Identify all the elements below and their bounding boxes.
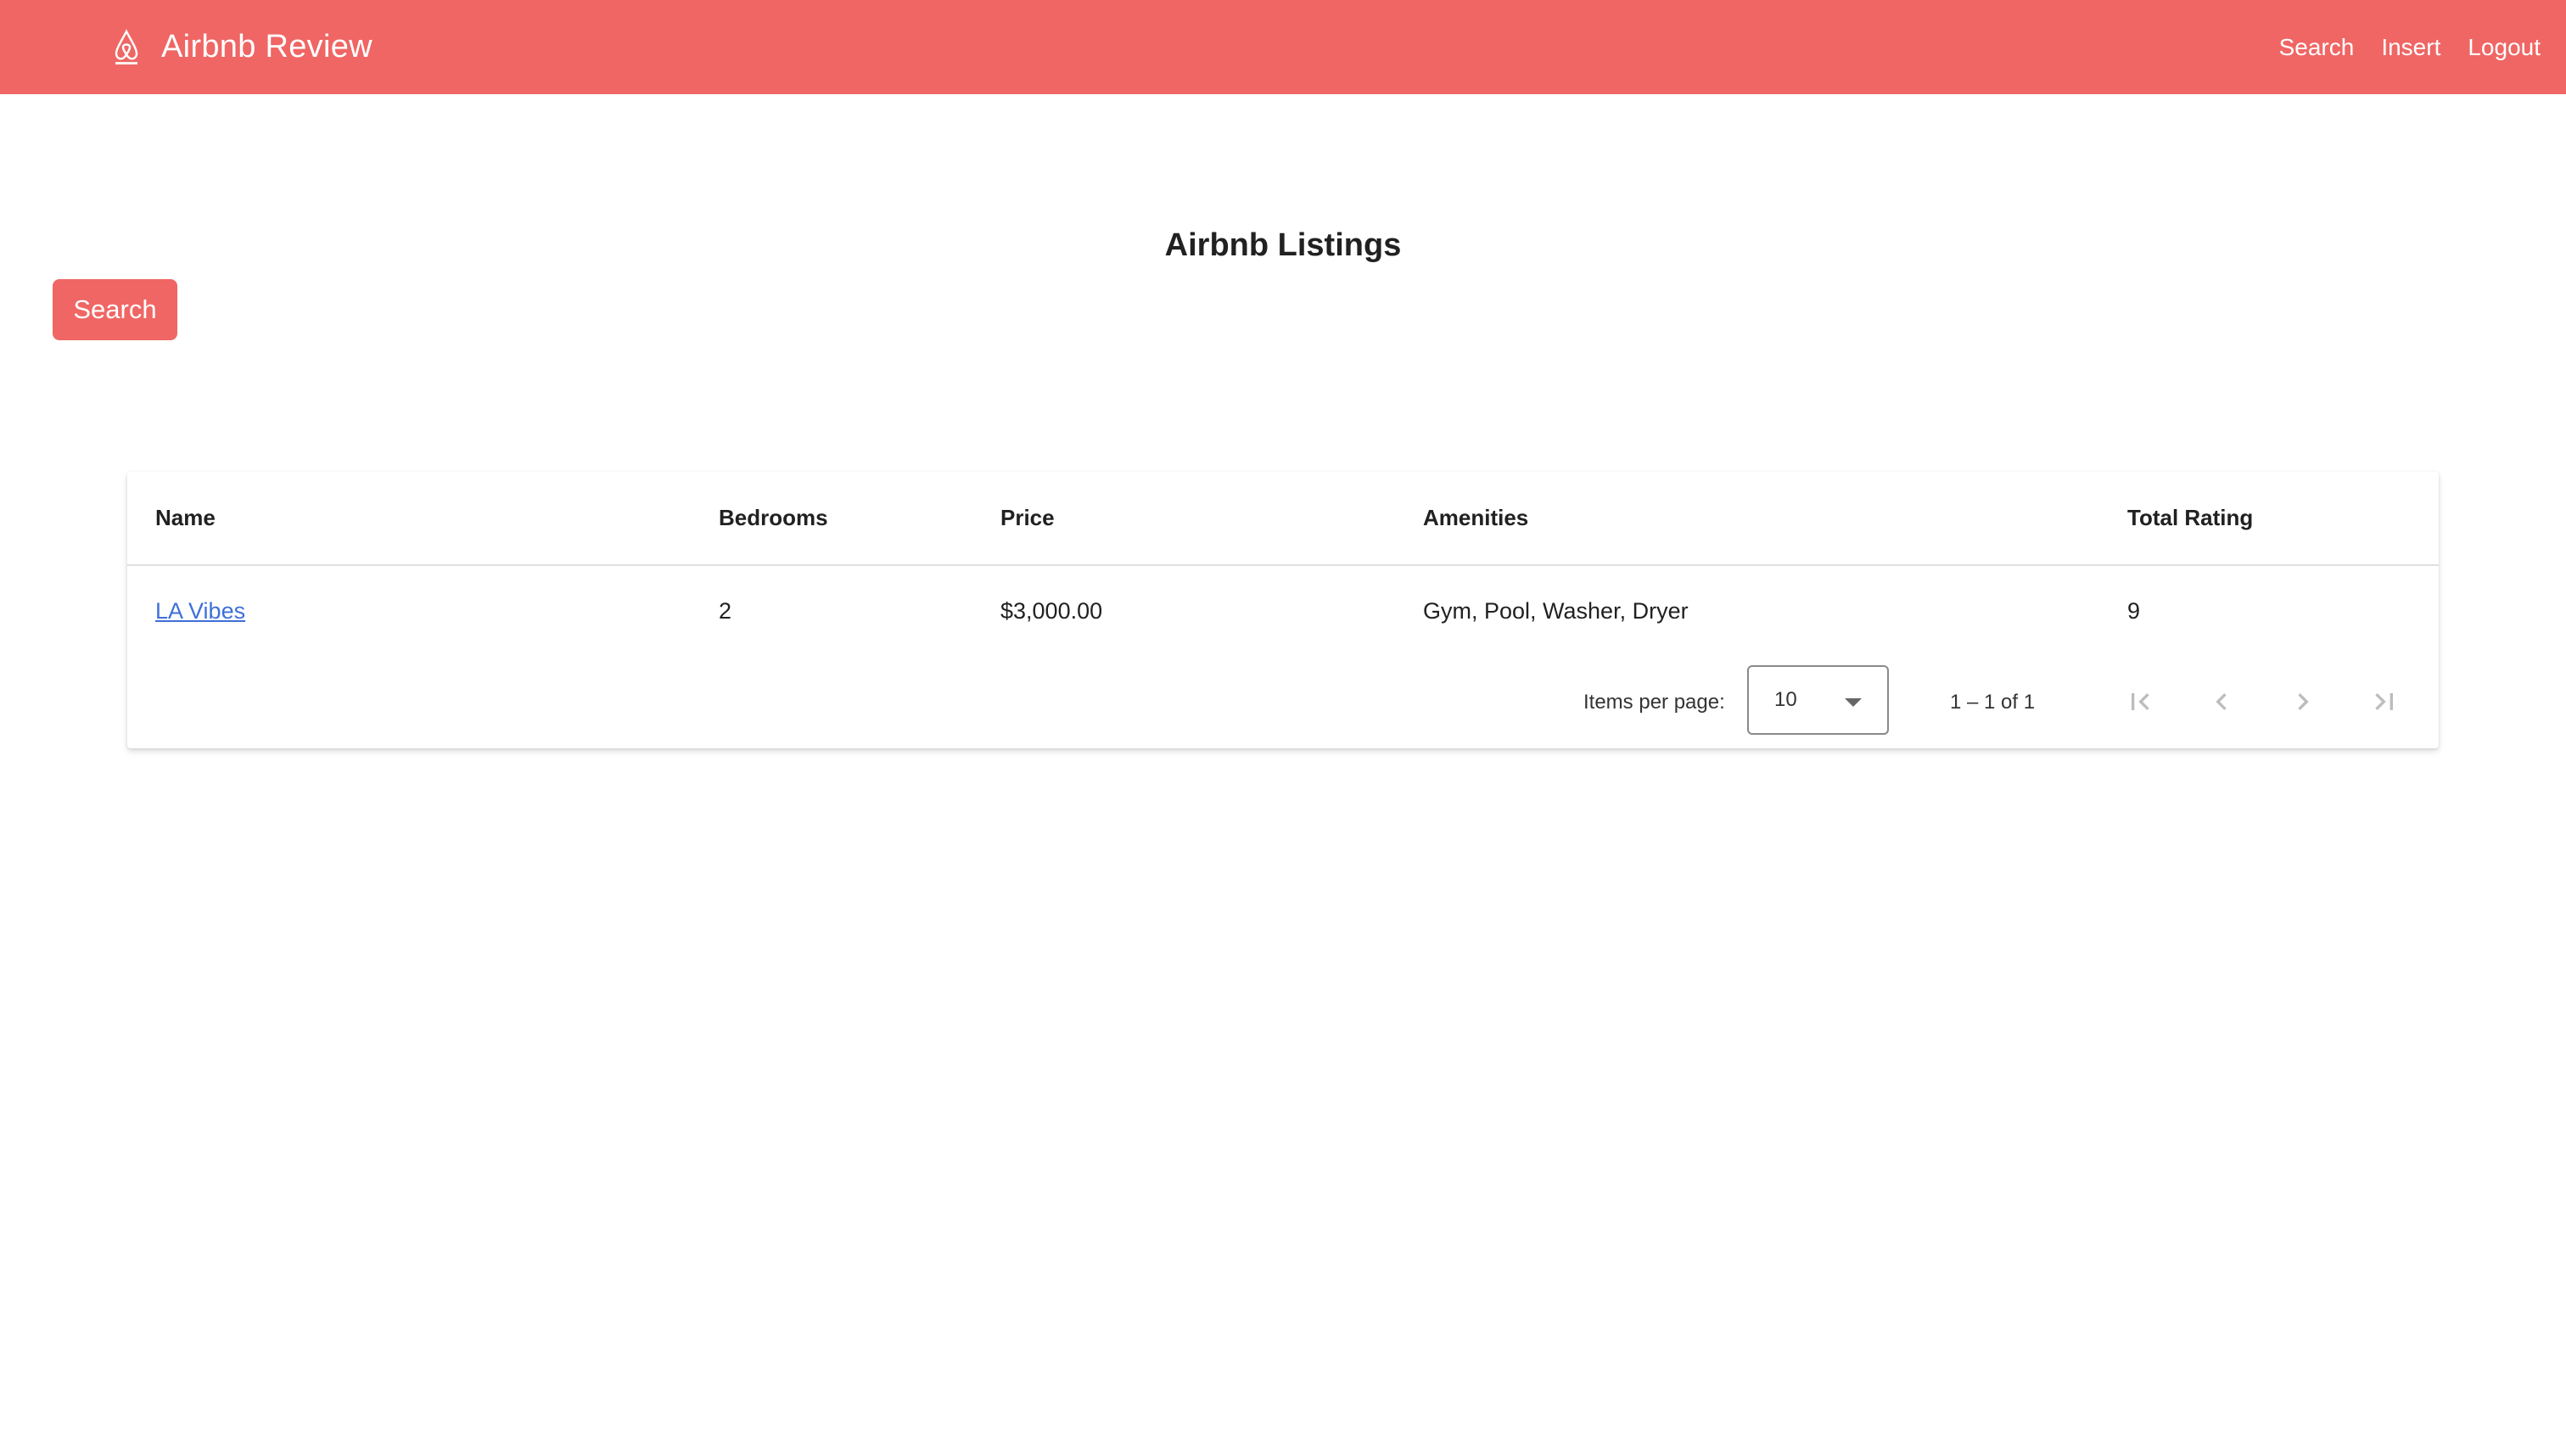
previous-page-icon [2216, 693, 2227, 710]
first-page-icon [2132, 693, 2149, 710]
next-page-button[interactable] [2273, 672, 2333, 731]
cell-price: $3,000.00 [1000, 598, 1103, 624]
column-header-total-rating: Total Rating [2127, 505, 2254, 530]
listing-name-link[interactable]: LA Vibes [155, 598, 245, 624]
nav-search-link[interactable]: Search [2279, 34, 2355, 61]
listings-table-card: Name Bedrooms Price Amenities Total Rati… [127, 472, 2439, 748]
first-page-button[interactable] [2110, 672, 2170, 731]
table-row: LA Vibes 2 $3,000.00 Gym, Pool, Washer, … [127, 566, 2439, 657]
brand[interactable]: Airbnb Review [109, 0, 373, 94]
column-header-name: Name [155, 505, 216, 530]
last-page-icon [2375, 693, 2393, 710]
airbnb-logo-icon [109, 27, 144, 68]
cell-amenities: Gym, Pool, Washer, Dryer [1423, 598, 1689, 624]
items-per-page-label: Items per page: [1583, 691, 1725, 714]
cell-bedrooms: 2 [719, 598, 732, 624]
column-header-amenities: Amenities [1423, 505, 1529, 530]
next-page-icon [2298, 693, 2309, 710]
search-button[interactable]: Search [53, 279, 177, 340]
nav-logout-link[interactable]: Logout [2468, 34, 2541, 61]
page-title: Airbnb Listings [1164, 227, 1402, 263]
last-page-button[interactable] [2355, 672, 2414, 731]
cell-name: LA Vibes [155, 566, 245, 657]
top-nav: Search Insert Logout [2279, 0, 2541, 94]
paginator: Items per page: 10 1 – 1 of 1 [127, 657, 2439, 748]
table-header-row: Name Bedrooms Price Amenities Total Rati… [127, 472, 2439, 566]
app-toolbar: Airbnb Review Search Insert Logout [0, 0, 2566, 94]
dropdown-arrow-icon [1845, 698, 1862, 707]
items-per-page-value: 10 [1774, 688, 1797, 711]
cell-total-rating: 9 [2127, 598, 2141, 624]
items-per-page-select[interactable]: 10 [1747, 665, 1889, 735]
previous-page-button[interactable] [2192, 672, 2251, 731]
column-header-price: Price [1000, 505, 1055, 530]
page-range-label: 1 – 1 of 1 [1950, 691, 2036, 714]
app-title: Airbnb Review [161, 29, 373, 64]
nav-insert-link[interactable]: Insert [2381, 34, 2440, 61]
column-header-bedrooms: Bedrooms [719, 505, 828, 530]
